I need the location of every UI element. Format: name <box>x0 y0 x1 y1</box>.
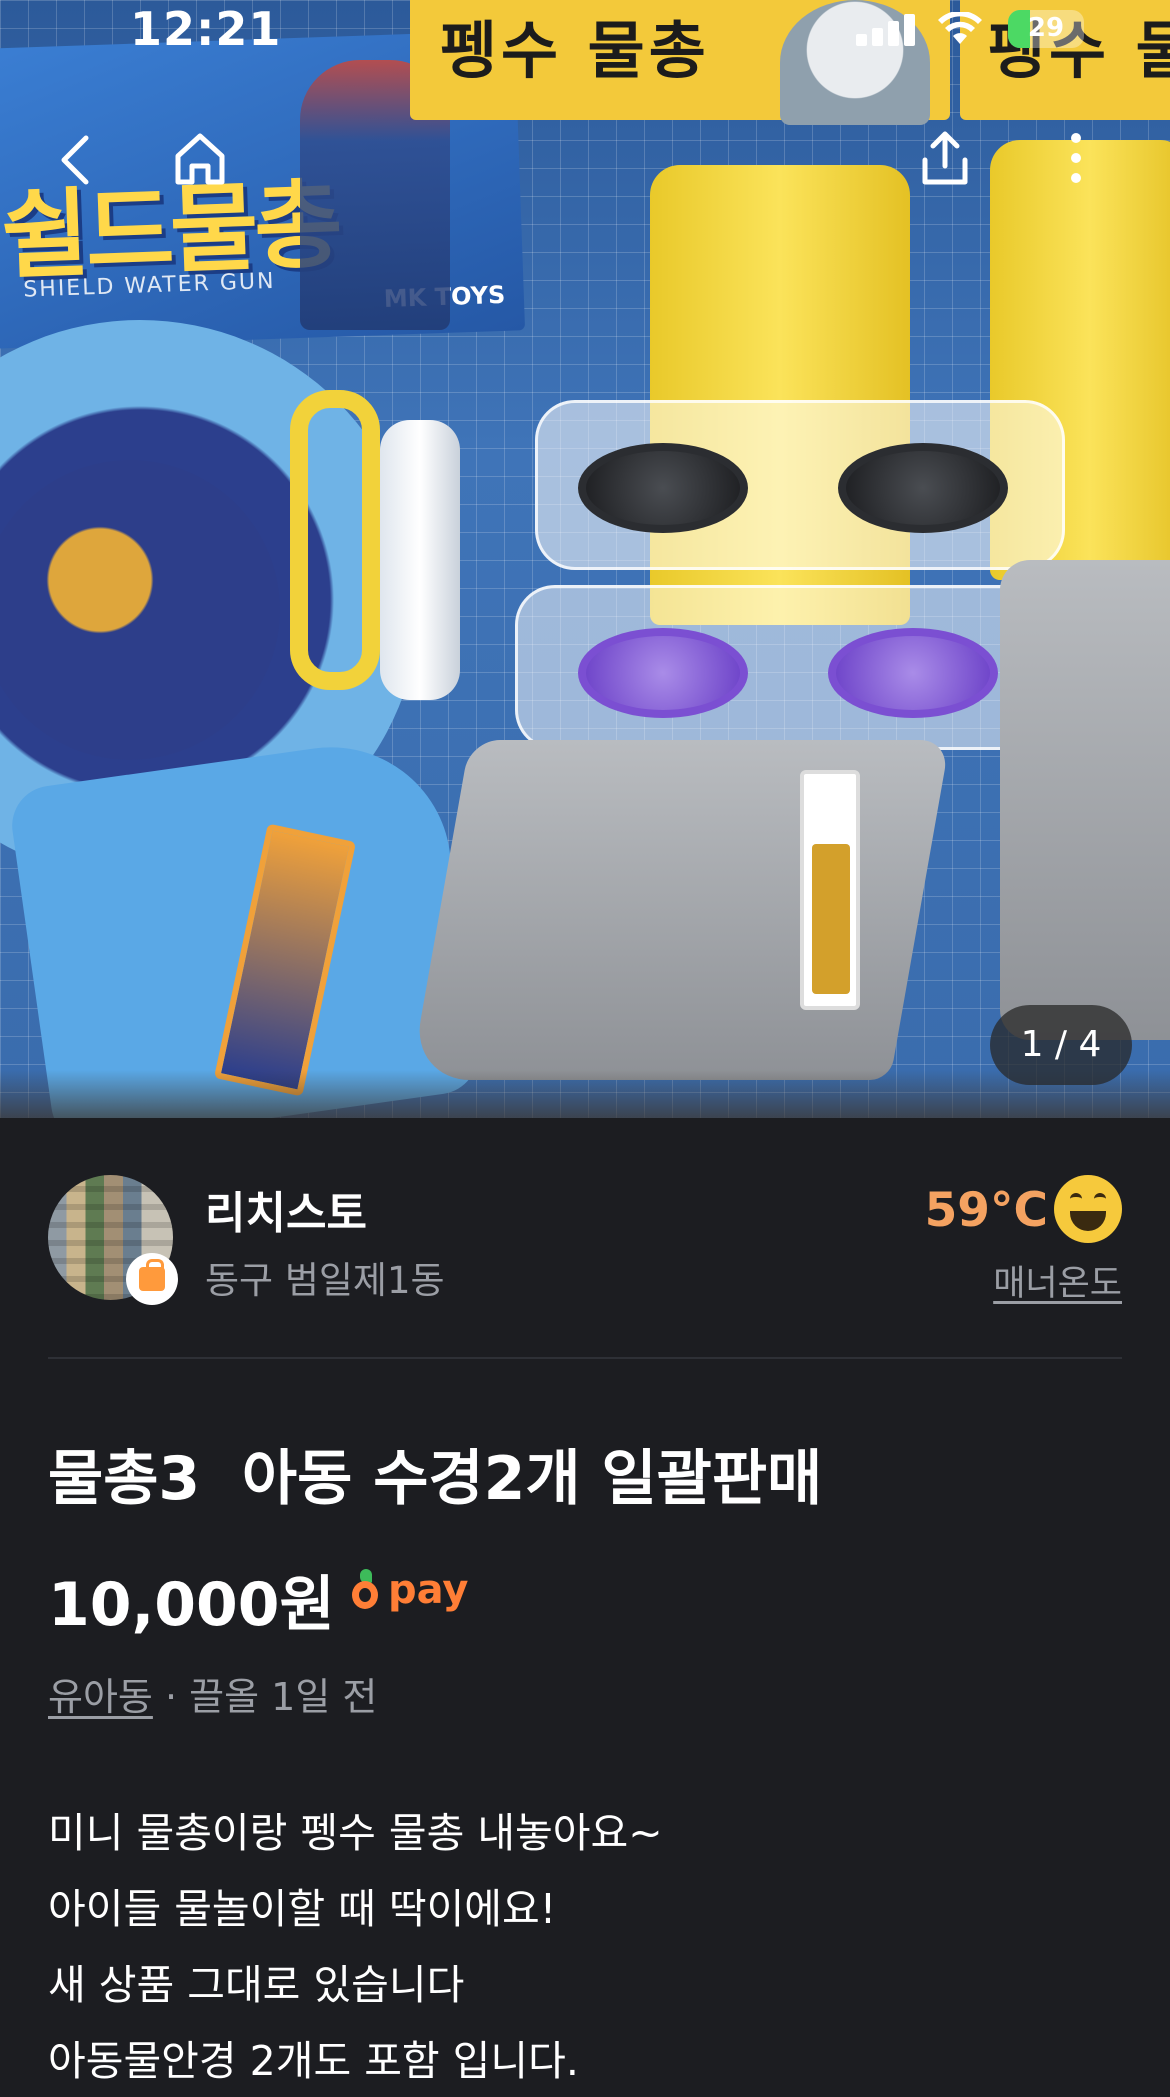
status-bar: 12:21 29 <box>0 0 1170 60</box>
image-counter: 1 / 4 <box>990 1005 1132 1085</box>
grey-water-gun <box>410 740 950 1080</box>
category-link[interactable]: 유아동 <box>48 1675 153 1719</box>
shield-emblem <box>0 460 280 760</box>
seller-profile[interactable]: 리치스토 동구 범일제1동 59°C 매너온도 <box>48 1175 1122 1305</box>
status-time: 12:21 <box>130 2 282 56</box>
description-line: 아이들 물놀이할 때 딱이에요! <box>48 1885 557 1933</box>
listing-meta: 유아동 · 끌올 1일 전 <box>48 1666 377 1721</box>
listing-price: 10,000원 <box>48 1570 335 1640</box>
black-goggle-lens-right <box>838 443 1008 533</box>
black-goggles-case <box>535 400 1065 570</box>
chevron-left-icon <box>61 135 89 185</box>
description-line: 새 상품 그대로 있습니다 <box>48 1961 465 2009</box>
carrot-icon <box>350 1569 380 1611</box>
cellular-signal-icon <box>856 14 916 46</box>
share-button[interactable] <box>905 118 985 198</box>
seller-location: 동구 범일제1동 <box>205 1259 445 1302</box>
white-nozzle <box>380 420 460 700</box>
back-button[interactable] <box>38 120 118 200</box>
home-icon <box>175 133 225 185</box>
more-vertical-icon <box>1071 133 1081 183</box>
battery-percent: 29 <box>1027 13 1065 43</box>
black-goggle-lens-left <box>578 443 748 533</box>
purple-goggles-case <box>515 585 1055 750</box>
wifi-icon <box>938 10 982 55</box>
description-line: 미니 물총이랑 펭수 물총 내놓아요~ <box>48 1809 663 1857</box>
pay-label: pay <box>388 1567 469 1613</box>
share-icon <box>922 131 968 185</box>
listing-title: 물총3 아동 수경2개 일괄판매 <box>48 1444 823 1514</box>
bump-time: 끌올 1일 전 <box>189 1675 378 1719</box>
carrot-pay-badge: pay <box>350 1560 468 1620</box>
product-image-carousel[interactable]: 쉴드물총 SHIELD WATER GUN MK TOYS 펭수 물총 펭수 물… <box>0 0 1170 1118</box>
laughing-face-icon <box>1054 1175 1122 1243</box>
listing-description: 미니 물총이랑 펭수 물총 내놓아요~ 아이들 물놀이할 때 딱이에요! 새 상… <box>48 1795 1122 2097</box>
shopping-bag-icon <box>139 1259 165 1291</box>
more-button[interactable] <box>1036 118 1116 198</box>
meta-separator: · <box>152 1675 190 1719</box>
home-button[interactable] <box>160 118 240 198</box>
gun-label-sticker <box>800 770 860 1010</box>
seller-name[interactable]: 리치스토 <box>205 1177 367 1241</box>
purple-goggle-lens-left <box>578 628 748 718</box>
yellow-strap <box>290 390 380 690</box>
photo-shadow <box>0 1070 1170 1118</box>
purple-goggle-lens-right <box>828 628 998 718</box>
manner-temperature-link[interactable]: 매너온도 <box>993 1255 1122 1306</box>
description-line: 아동물안경 2개도 포함 입니다. <box>48 2037 579 2085</box>
manner-temperature: 59°C <box>924 1183 1048 1238</box>
divider <box>48 1357 1122 1359</box>
grey-water-gun-2 <box>1000 560 1170 1040</box>
shop-badge <box>126 1253 178 1305</box>
battery-icon: 29 <box>1008 10 1084 48</box>
